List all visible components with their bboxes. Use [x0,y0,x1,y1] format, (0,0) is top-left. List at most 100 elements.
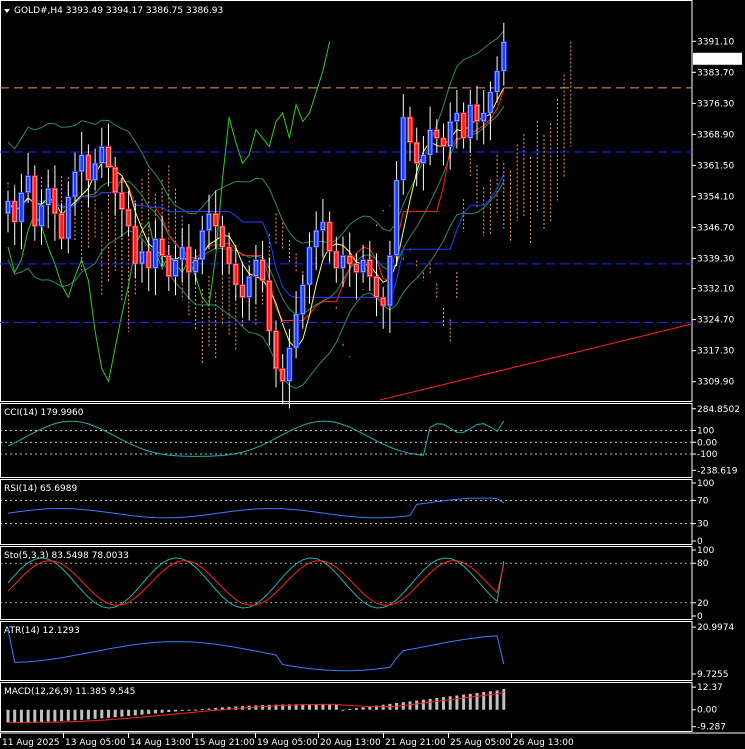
candle-fill [294,315,298,347]
macd-bar [127,709,131,716]
candle-fill [301,285,305,314]
candle-fill [334,252,338,268]
candle-fill [73,172,77,196]
candle-fill [120,193,124,209]
trend-line [379,323,693,401]
candle-fill [482,113,486,121]
macd-bar [113,709,117,718]
macd-bar [147,709,151,715]
macd-bar [462,694,466,710]
candle-fill [247,277,251,297]
panel-1-tick: -238.619 [697,466,738,476]
candle-fill [321,222,325,230]
candle-fill [328,222,332,251]
x-tick-label: 19 Aug 05:00 [257,738,318,748]
candle-fill [421,155,425,163]
macd-bar [207,708,211,710]
x-tick-label: 21 Aug 21:00 [385,738,446,748]
panel-1-tick: 284.8502 [697,405,740,415]
candle-fill [160,239,164,255]
candle-fill [53,189,57,213]
trading-chart[interactable]: 3391.10 3383.70 3376.30 3368.90 3361.50 3354.… [0,0,745,749]
panel-1-title: CCI(14) 179.9960 [4,408,84,418]
panel-frame-4 [0,621,693,681]
y-tick-label: 3309.90 [697,378,734,388]
macd-bar [40,709,43,722]
macd-bar [73,709,77,721]
candle-fill [341,256,345,268]
macd-bar [140,709,144,715]
macd-bar [455,695,459,710]
candle-fill [187,248,191,272]
candle-fill [435,130,439,138]
macd-bar [442,697,445,710]
candle-fill [227,248,231,263]
candle-fill [113,168,117,192]
macd-bar [415,700,419,710]
macd-bar [53,709,57,722]
candle-fill [348,256,352,263]
cci-line [7,420,505,457]
macd-bar [334,704,338,710]
candle-fill [354,264,358,272]
panel-1-tick: -100 [697,450,718,460]
stoch-main-line [7,557,505,609]
candle-fill [6,202,10,213]
macd-bar [448,696,452,710]
candle-fill [314,231,318,247]
macd-bar [6,709,10,723]
macd-bar [180,709,184,711]
panel-1-tick: 100 [697,427,714,437]
panel-2-tick: 100 [697,479,714,489]
y-tick-label: 3376.30 [697,99,734,109]
macd-bar [66,709,70,721]
x-tick-label: 15 Aug 21:00 [194,738,255,748]
macd-bar [261,705,265,710]
panel-3-tick: 20 [697,599,709,609]
candle-fill [448,122,452,146]
stoch-signal-line [7,560,505,606]
panel-1-tick: 0.00 [697,438,717,448]
panel-3-tick: 0 [697,612,703,622]
macd-bar [482,692,486,710]
candle-fill [26,176,30,192]
moving-average [7,87,505,350]
y-tick-label: 3361.50 [697,161,734,171]
panel-3-tick: 100 [697,546,714,556]
candle-fill [13,202,17,221]
candle-fill [207,214,211,230]
panel-3-title: Sto(5,3,3) 83.5498 78.0033 [4,551,129,561]
candle-fill [468,105,472,138]
candle-fill [287,348,291,381]
macd-bar [153,709,157,714]
panel-5-tick: 0.00 [697,706,717,716]
macd-bar [435,697,439,710]
panel-4-tick: 9.7255 [697,670,729,680]
macd-bar [86,709,90,720]
candle-fill [281,369,285,381]
panel-2-tick: 30 [697,520,709,530]
x-tick-label: 26 Aug 13:00 [513,738,574,748]
candle-fill [401,118,405,180]
y-tick-label: 3317.30 [697,347,734,357]
macd-bar [428,698,432,710]
panel-2-title: RSI(14) 65.6989 [4,484,77,494]
candle-fill [86,155,90,180]
macd-bar [133,709,137,716]
y-tick-label: 3368.90 [697,130,734,140]
panel-5-tick: 12.37 [697,683,723,693]
candle-fill [375,277,378,297]
candle-fill [234,264,238,284]
macd-bar [107,709,110,718]
macd-bar [33,709,37,723]
macd-bar [348,708,352,710]
y-tick-label: 3339.30 [697,254,734,264]
macd-bar [194,709,198,711]
x-tick-label: 20 Aug 13:00 [320,738,381,748]
x-tick-label: 13 Aug 05:00 [65,738,126,748]
rsi-line [7,497,505,519]
candle-fill [46,189,50,205]
macd-bar [468,693,472,710]
candle-fill [33,176,37,226]
panel-5-title: MACD(12,26,9) 11.385 9.545 [4,687,135,697]
